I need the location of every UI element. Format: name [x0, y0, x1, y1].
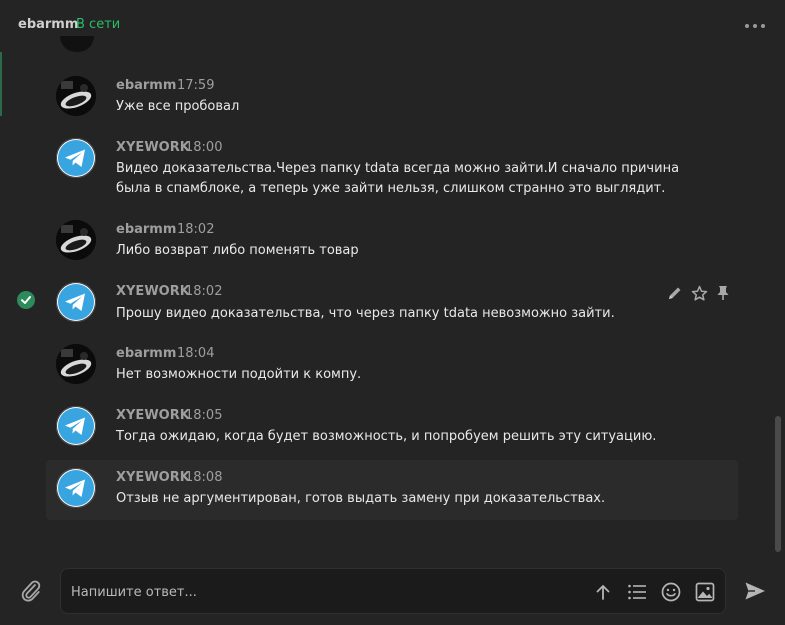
chat-window: ebarmm В сети ebarmm 17:59 Уже все пробо… [0, 0, 785, 625]
message-time: 18:02 [185, 284, 223, 299]
scrollbar[interactable] [775, 52, 781, 557]
message-input-box [60, 568, 726, 614]
paperclip-icon[interactable] [18, 578, 44, 604]
telegram-logo-icon [58, 470, 94, 506]
avatar[interactable] [56, 138, 96, 178]
message-item[interactable]: XYEWORK 18:08 Отзыв не аргументирован, г… [46, 460, 738, 520]
emoji-smile-icon[interactable] [659, 580, 683, 604]
scrollbar-thumb[interactable] [775, 416, 781, 552]
more-dots-icon[interactable] [745, 18, 765, 34]
avatar[interactable] [56, 344, 96, 384]
message-time: 18:02 [177, 222, 215, 237]
message-item[interactable]: XYEWORK 18:00 Видео доказательства.Через… [0, 130, 770, 202]
online-status: В сети [76, 17, 121, 32]
message-author[interactable]: ebarmm [116, 346, 176, 361]
message-text: Отзыв не аргументирован, готов выдать за… [116, 491, 606, 506]
avatar[interactable] [56, 76, 96, 116]
message-author[interactable]: XYEWORK [116, 284, 190, 299]
message-time: 18:05 [185, 408, 223, 423]
read-check-icon[interactable] [17, 291, 35, 309]
message-item[interactable]: XYEWORK 18:02 Прошу видео доказательства… [0, 274, 770, 328]
chat-header: ebarmm В сети [0, 0, 785, 52]
message-text: Нет возможности подойти к компу. [116, 367, 362, 382]
message-author[interactable]: XYEWORK [116, 470, 190, 485]
edit-pencil-icon[interactable] [666, 284, 684, 302]
star-icon[interactable] [690, 284, 708, 302]
telegram-logo-icon [58, 140, 94, 176]
message-actions [666, 284, 732, 302]
message-item[interactable]: XYEWORK 18:05 Тогда ожидаю, когда будет … [0, 398, 770, 452]
message-text: Видео доказательства.Через папку tdata в… [116, 161, 680, 196]
avatar[interactable] [56, 282, 96, 322]
telegram-logo-icon [58, 408, 94, 444]
message-author[interactable]: XYEWORK [116, 408, 190, 423]
message-composer [0, 557, 785, 625]
user-photo-icon [56, 344, 96, 384]
message-list[interactable]: ebarmm 17:59 Уже все пробовал XYEWORK 18… [0, 52, 770, 557]
message-time: 18:08 [185, 470, 223, 485]
message-text: Тогда ожидаю, когда будет возможность, и… [116, 429, 657, 444]
arrow-up-icon[interactable] [591, 580, 615, 604]
pin-icon[interactable] [714, 284, 732, 302]
message-time: 18:00 [185, 140, 223, 155]
user-photo-icon [56, 76, 96, 116]
send-icon[interactable] [742, 578, 768, 604]
message-author[interactable]: ebarmm [116, 78, 176, 93]
message-time: 17:59 [177, 78, 215, 93]
message-author[interactable]: XYEWORK [116, 140, 190, 155]
message-time: 18:04 [177, 346, 215, 361]
avatar[interactable] [56, 468, 96, 508]
image-icon[interactable] [693, 580, 717, 604]
message-text: Либо возврат либо поменять товар [116, 243, 359, 258]
message-item[interactable]: ebarmm 18:02 Либо возврат либо поменять … [0, 212, 770, 264]
message-input[interactable] [69, 579, 573, 605]
message-item[interactable]: ebarmm 17:59 Уже все пробовал [0, 70, 770, 120]
message-author[interactable]: ebarmm [116, 222, 176, 237]
contact-name[interactable]: ebarmm [18, 17, 78, 32]
user-photo-icon [56, 220, 96, 260]
telegram-logo-icon [58, 284, 94, 320]
message-item[interactable]: ebarmm 18:04 Нет возможности подойти к к… [0, 336, 770, 390]
list-icon[interactable] [625, 580, 649, 604]
avatar[interactable] [56, 406, 96, 446]
input-tools [591, 580, 717, 604]
message-text: Прошу видео доказательства, что через па… [116, 306, 615, 321]
avatar[interactable] [56, 220, 96, 260]
message-text: Уже все пробовал [116, 99, 240, 114]
